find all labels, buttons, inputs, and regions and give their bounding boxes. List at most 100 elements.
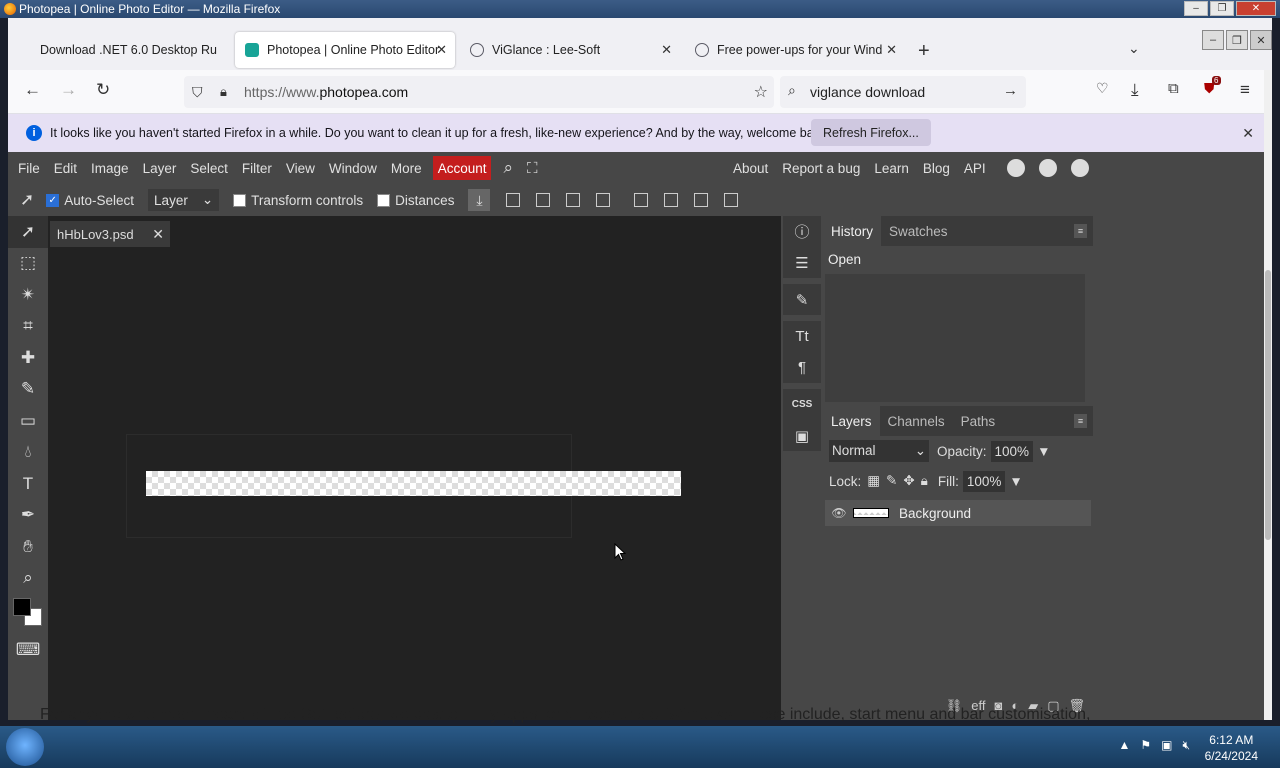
scrollbar-thumb[interactable] [1265,270,1271,540]
action-center-flag-icon[interactable]: ⚑ [1140,738,1151,753]
reddit-icon[interactable] [1006,159,1025,177]
menu-learn[interactable]: Learn [867,156,916,180]
close-window-button[interactable]: ✕ [1236,1,1276,16]
minimize-button[interactable]: – [1184,1,1208,16]
menu-window[interactable]: Window [322,156,384,180]
extensions-icon[interactable]: ⧉ [1168,80,1179,97]
menu-about[interactable]: About [726,156,775,180]
image-icon[interactable]: ▣ [783,420,821,451]
brush-tool-icon[interactable]: ✎ [8,374,48,406]
align-top-icon[interactable] [634,193,649,207]
align-middle-icon[interactable] [664,193,679,207]
fullscreen-icon[interactable]: ⛶ [527,160,538,177]
lock-all-icon[interactable]: 🔒︎ [921,473,928,489]
tab-list-chevron-icon[interactable]: ⌄ [1128,40,1140,57]
info-icon[interactable]: ⓘ [783,216,821,247]
ublock-icon[interactable]: ⛊ 6 [1204,76,1221,97]
lock-icon[interactable]: 🔒︎ [220,84,227,100]
system-clock[interactable]: 6:12 AM 6/24/2024 [1205,732,1258,764]
visibility-eye-icon[interactable]: 👁︎ [825,506,853,520]
bookmark-star-icon[interactable]: ☆ [754,82,768,102]
lock-pixels-icon[interactable]: ✎ [886,473,897,489]
menu-file[interactable]: File [11,156,47,180]
notification-close-icon[interactable]: ✕ [1242,125,1254,142]
volume-muted-icon[interactable]: 🔇︎ [1182,738,1190,753]
search-icon[interactable]: ⌕ [503,158,513,178]
css-icon[interactable]: CSS [783,389,821,420]
start-button[interactable] [6,728,44,766]
tab-close-icon[interactable]: ✕ [886,42,897,58]
marquee-tool-icon[interactable]: ⬚ [8,248,48,280]
menu-select[interactable]: Select [183,156,235,180]
document-area[interactable]: hHbLov3.psd ✕ [48,216,781,720]
keyboard-icon[interactable]: ⌨ [8,634,48,666]
panel-menu-icon[interactable]: ≡ [1074,414,1087,428]
tab-swatches[interactable]: Swatches [881,216,956,246]
align-right-icon[interactable] [566,193,581,207]
shield-icon[interactable]: ⛉ [192,84,203,101]
tab-history[interactable]: History [823,216,882,246]
tab-viglance[interactable]: ViGlance : Lee-Soft ✕ [460,32,680,68]
tab-channels[interactable]: Channels [880,406,953,436]
lock-position-icon[interactable]: ✥ [903,473,914,489]
search-bar[interactable]: ⌕ viglance download → [780,76,1026,108]
opacity-dropdown-icon[interactable]: ▼ [1037,444,1050,459]
tab-dotnet[interactable]: Download .NET 6.0 Desktop Ru [30,32,230,68]
magic-wand-tool-icon[interactable]: ✴ [8,279,48,311]
url-text[interactable]: https://www.photopea.com [244,84,408,100]
lock-transparency-icon[interactable]: ▦ [867,473,880,489]
history-item[interactable]: Open [823,246,1093,273]
network-icon[interactable]: ▣ [1161,738,1172,753]
fx-restore-button[interactable]: ❐ [1226,30,1248,50]
reload-icon[interactable]: ↻ [96,80,110,100]
distances-checkbox[interactable] [377,193,391,207]
zoom-tool-icon[interactable]: ⌕ [8,563,48,595]
move-tool-icon[interactable]: ➚ [8,216,48,248]
download-icon[interactable]: ⤓ [468,189,491,211]
gradient-tool-icon[interactable]: ▭ [8,405,48,437]
document-tab[interactable]: hHbLov3.psd ✕ [50,221,170,247]
menu-view[interactable]: View [279,156,322,180]
search-go-icon[interactable]: → [1003,82,1018,99]
menu-report-bug[interactable]: Report a bug [775,156,867,180]
text-tool-icon[interactable]: T [8,468,48,500]
account-button[interactable]: Account [432,156,492,180]
tray-expand-icon[interactable]: ▲ [1118,738,1130,753]
adjustments-icon[interactable]: ☰ [783,247,821,278]
hand-tool-icon[interactable]: ✋︎ [8,531,48,563]
paragraph-icon[interactable]: ¶ [783,352,821,383]
tab-paths[interactable]: Paths [953,406,1004,436]
blend-mode-select[interactable]: Normal ⌄ [829,440,929,462]
panel-menu-icon[interactable]: ≡ [1074,224,1087,238]
foreground-color[interactable] [13,598,31,616]
tab-layers[interactable]: Layers [823,406,880,436]
menu-filter[interactable]: Filter [235,156,279,180]
new-tab-icon[interactable]: + [918,40,930,63]
tab-close-icon[interactable]: ✕ [661,42,672,58]
align-left-icon[interactable] [506,193,521,207]
distribute-v-icon[interactable] [724,193,739,207]
fill-input[interactable]: 100% [962,470,1006,492]
facebook-icon[interactable] [1070,159,1089,177]
menu-image[interactable]: Image [84,156,136,180]
url-bar[interactable]: ⛉ 🔒︎ https://www.photopea.com ☆ [184,76,774,108]
twitter-icon[interactable] [1038,159,1057,177]
maximize-button[interactable]: ❐ [1210,1,1234,16]
tab-photopea[interactable]: Photopea | Online Photo Editor ✕ [235,32,455,68]
distribute-h-icon[interactable] [596,193,611,207]
fill-dropdown-icon[interactable]: ▼ [1009,474,1022,489]
pocket-icon[interactable]: ♡ [1096,80,1109,97]
page-scrollbar[interactable] [1264,70,1272,720]
layer-select[interactable]: Layer ⌄ [148,189,220,211]
layer-row[interactable]: 👁︎ Background [825,500,1091,526]
menu-layer[interactable]: Layer [136,156,184,180]
blur-tool-icon[interactable]: 💧︎ [8,437,48,469]
align-center-icon[interactable] [536,193,551,207]
transform-controls-checkbox[interactable] [233,193,247,207]
brush-settings-icon[interactable]: ✎ [783,284,821,315]
pen-tool-icon[interactable]: ✒ [8,500,48,532]
tab-close-icon[interactable]: ✕ [436,42,447,58]
character-icon[interactable]: Tt [783,321,821,352]
fx-close-button[interactable]: ✕ [1250,30,1272,50]
healing-tool-icon[interactable]: ✚ [8,342,48,374]
